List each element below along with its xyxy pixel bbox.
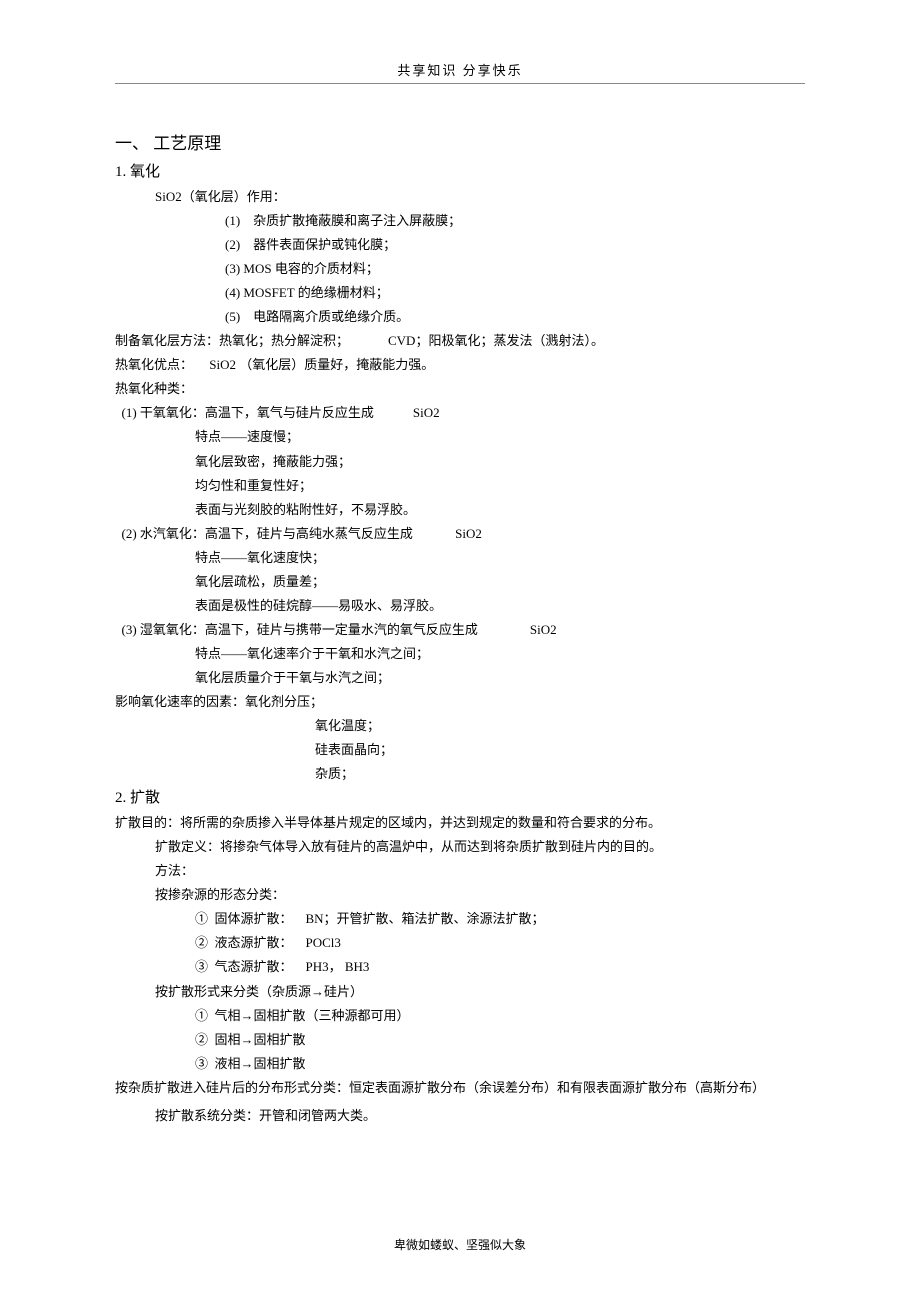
- list-item: (1) 杂质扩散掩蔽膜和离子注入屏蔽膜；: [115, 209, 805, 233]
- category-item: ③ 气态源扩散： PH3， BH3: [115, 955, 805, 979]
- method-label: 方法：: [115, 859, 805, 883]
- section-1-2-title: 2. 扩散: [115, 786, 805, 807]
- type-point: 氧化层质量介于干氧与水汽之间；: [115, 666, 805, 690]
- advantage-text: 热氧化优点： SiO2 （氧化层）质量好，掩蔽能力强。: [115, 353, 805, 377]
- list-item: (5) 电路隔离介质或绝缘介质。: [115, 305, 805, 329]
- list-item: (3) MOS 电容的介质材料；: [115, 257, 805, 281]
- type-title: (3) 湿氧氧化：高温下，硅片与携带一定量水汽的氧气反应生成 SiO2: [115, 618, 805, 642]
- category-text: 按扩散系统分类：开管和闭管两大类。: [115, 1104, 805, 1128]
- type-title: (1) 干氧氧化：高温下，氧气与硅片反应生成 SiO2: [115, 401, 805, 425]
- types-title: 热氧化种类：: [115, 377, 805, 401]
- section-1-title: 一、 工艺原理: [115, 129, 805, 154]
- category-text: 按杂质扩散进入硅片后的分布形式分类：恒定表面源扩散分布（余误差分布）和有限表面源…: [115, 1076, 805, 1100]
- type-title: (2) 水汽氧化：高温下，硅片与高纯水蒸气反应生成 SiO2: [115, 522, 805, 546]
- type-point: 表面与光刻胶的粘附性好，不易浮胶。: [115, 498, 805, 522]
- category-item: ② 固相→固相扩散: [115, 1028, 805, 1052]
- category-item: ① 固体源扩散： BN；开管扩散、箱法扩散、涂源法扩散；: [115, 907, 805, 931]
- type-point: 氧化层致密，掩蔽能力强；: [115, 450, 805, 474]
- intro-text: SiO2（氧化层）作用：: [115, 185, 805, 209]
- factor-item: 硅表面晶向；: [115, 738, 805, 762]
- type-point: 特点——氧化速率介于干氧和水汽之间；: [115, 642, 805, 666]
- category-title: 按扩散形式来分类（杂质源→硅片）: [115, 980, 805, 1004]
- header-left: 共享知识: [397, 63, 457, 78]
- list-item: (2) 器件表面保护或钝化膜；: [115, 233, 805, 257]
- factor-item: 杂质；: [115, 762, 805, 786]
- section-1-1-title: 1. 氧化: [115, 160, 805, 181]
- document-page: 共享知识 分享快乐 一、 工艺原理 1. 氧化 SiO2（氧化层）作用： (1)…: [0, 0, 920, 1168]
- type-point: 特点——氧化速度快；: [115, 546, 805, 570]
- category-item: ② 液态源扩散： POCl3: [115, 931, 805, 955]
- category-title: 按掺杂源的形态分类：: [115, 883, 805, 907]
- header-right: 分享快乐: [463, 63, 523, 78]
- type-point: 特点——速度慢；: [115, 425, 805, 449]
- factors-title: 影响氧化速率的因素：氧化剂分压；: [115, 690, 805, 714]
- definition-text: 扩散定义：将掺杂气体导入放有硅片的高温炉中，从而达到将杂质扩散到硅片内的目的。: [115, 835, 805, 859]
- purpose-text: 扩散目的：将所需的杂质掺入半导体基片规定的区域内，并达到规定的数量和符合要求的分…: [115, 811, 805, 835]
- header-divider: [115, 83, 805, 84]
- category-item: ③ 液相→固相扩散: [115, 1052, 805, 1076]
- list-item: (4) MOSFET 的绝缘栅材料；: [115, 281, 805, 305]
- page-header: 共享知识 分享快乐: [115, 60, 805, 79]
- factor-item: 氧化温度；: [115, 714, 805, 738]
- page-footer: 卑微如蝼蚁、坚强似大象: [0, 1236, 920, 1253]
- type-point: 氧化层疏松，质量差；: [115, 570, 805, 594]
- category-item: ① 气相→固相扩散（三种源都可用）: [115, 1004, 805, 1028]
- type-point: 均匀性和重复性好；: [115, 474, 805, 498]
- method-text: 制备氧化层方法：热氧化；热分解淀积； CVD；阳极氧化；蒸发法（溅射法）。: [115, 329, 805, 353]
- type-point: 表面是极性的硅烷醇——易吸水、易浮胶。: [115, 594, 805, 618]
